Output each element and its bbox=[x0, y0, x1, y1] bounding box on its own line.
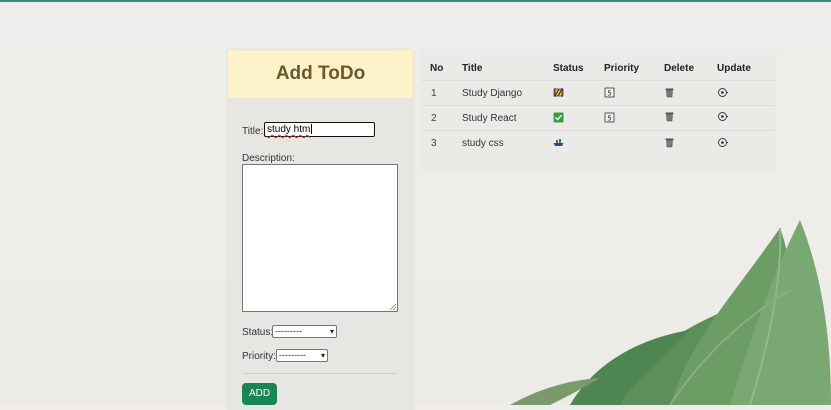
chevron-down-icon: ▾ bbox=[329, 327, 334, 336]
trash-icon[interactable] bbox=[664, 137, 675, 148]
top-accent-line bbox=[0, 0, 831, 2]
header-no: No bbox=[430, 63, 444, 74]
priority-select[interactable]: --------- ▾ bbox=[276, 349, 328, 362]
row-title: study css bbox=[462, 138, 504, 149]
title-input[interactable]: study htm bbox=[264, 122, 375, 137]
add-todo-card: Add ToDo Title: study htm Description: S… bbox=[228, 50, 413, 410]
svg-text:5: 5 bbox=[607, 89, 611, 97]
priority-5-icon: 5 bbox=[604, 87, 615, 98]
priority-label: Priority: bbox=[242, 351, 276, 362]
chevron-down-icon: ▾ bbox=[320, 351, 325, 360]
priority-5-icon: 5 bbox=[604, 112, 615, 123]
row-title: Study Django bbox=[462, 88, 523, 99]
construction-icon bbox=[553, 88, 564, 97]
table-row: 1 Study Django 5 bbox=[422, 80, 775, 106]
status-label: Status: bbox=[242, 327, 274, 338]
form-divider bbox=[242, 373, 398, 374]
text-caret bbox=[311, 124, 313, 135]
trash-icon[interactable] bbox=[664, 87, 675, 98]
trash-icon[interactable] bbox=[664, 111, 675, 122]
update-icon[interactable] bbox=[717, 137, 728, 148]
add-todo-title: Add ToDo bbox=[275, 63, 366, 84]
row-number: 1 bbox=[431, 88, 437, 99]
table-row: 3 study css bbox=[422, 130, 775, 156]
add-button[interactable]: ADD bbox=[242, 383, 277, 405]
status-select-value: --------- bbox=[275, 326, 302, 336]
resize-handle-icon[interactable] bbox=[390, 304, 396, 310]
svg-text:5: 5 bbox=[607, 114, 611, 122]
header-delete: Delete bbox=[664, 63, 695, 74]
header-status: Status bbox=[553, 63, 584, 74]
check-icon bbox=[553, 112, 564, 123]
title-input-value: study htm bbox=[267, 124, 311, 135]
row-number: 3 bbox=[431, 138, 437, 149]
description-label: Description: bbox=[242, 153, 295, 164]
header-priority: Priority bbox=[604, 63, 640, 74]
header-update: Update bbox=[717, 63, 751, 74]
row-title: Study React bbox=[462, 113, 517, 124]
update-icon[interactable] bbox=[717, 111, 728, 122]
row-number: 2 bbox=[431, 113, 437, 124]
status-select[interactable]: --------- ▾ bbox=[272, 325, 337, 338]
priority-select-value: --------- bbox=[279, 350, 306, 360]
add-todo-header: Add ToDo bbox=[228, 50, 413, 98]
ship-icon bbox=[553, 139, 564, 146]
description-textarea[interactable] bbox=[242, 164, 398, 312]
update-icon[interactable] bbox=[717, 87, 728, 98]
title-label: Title: bbox=[242, 126, 264, 137]
header-title: Title bbox=[462, 63, 483, 74]
plant-image bbox=[510, 220, 831, 405]
